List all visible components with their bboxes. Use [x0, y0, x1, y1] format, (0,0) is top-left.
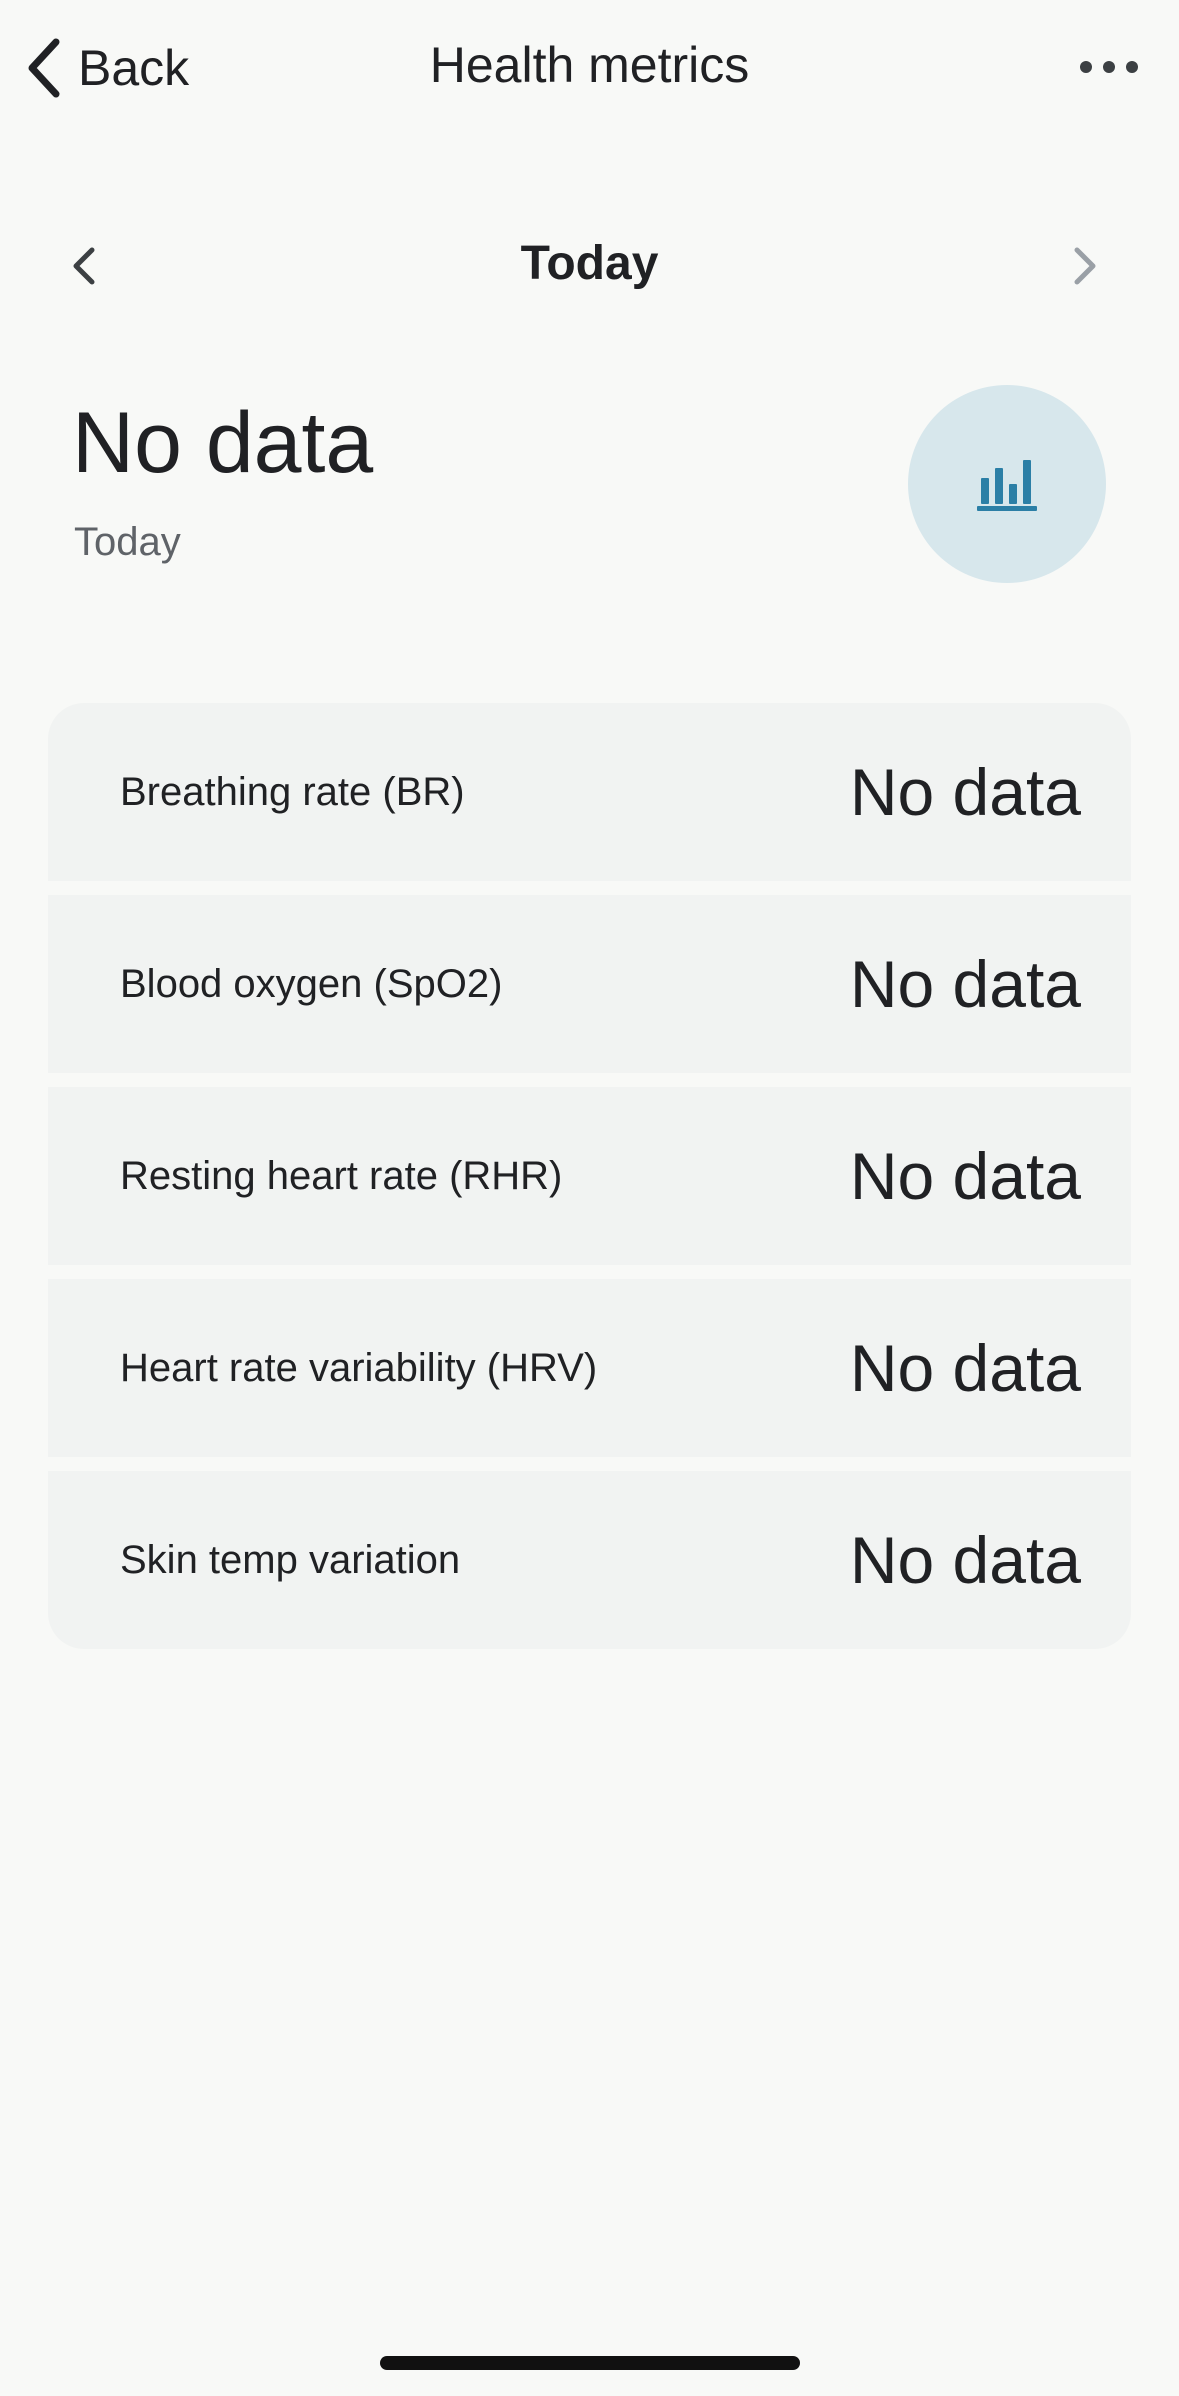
bar-chart-icon: [977, 460, 1037, 511]
date-navigator: Today: [0, 218, 1179, 308]
summary-value: No data: [72, 395, 374, 491]
next-day-button[interactable]: [1055, 236, 1115, 296]
metric-value: No data: [849, 1331, 1081, 1405]
metric-label: Skin temp variation: [120, 1537, 461, 1582]
summary-subtitle: Today: [74, 520, 181, 564]
metric-value: No data: [849, 1523, 1081, 1597]
more-button[interactable]: [1069, 40, 1149, 94]
metric-label: Resting heart rate (RHR): [120, 1153, 563, 1198]
metric-row-resting-heart-rate[interactable]: Resting heart rate (RHR) No data: [48, 1087, 1131, 1265]
more-horizontal-icon: [1080, 61, 1138, 73]
trends-button[interactable]: [908, 385, 1106, 583]
metric-label: Heart rate variability (HRV): [120, 1345, 598, 1390]
metric-value: No data: [849, 947, 1081, 1021]
metric-row-blood-oxygen[interactable]: Blood oxygen (SpO2) No data: [48, 895, 1131, 1073]
health-metrics-screen: Back Health metrics Today No data Today: [0, 0, 1179, 2396]
metric-label: Breathing rate (BR): [120, 769, 465, 814]
metric-row-skin-temp-variation[interactable]: Skin temp variation No data: [48, 1471, 1131, 1649]
metric-row-breathing-rate[interactable]: Breathing rate (BR) No data: [48, 703, 1131, 881]
page-title: Health metrics: [429, 37, 750, 93]
metric-row-heart-rate-variability[interactable]: Heart rate variability (HRV) No data: [48, 1279, 1131, 1457]
metric-value: No data: [849, 1139, 1081, 1213]
chevron-right-icon: [1074, 247, 1096, 285]
metric-label: Blood oxygen (SpO2): [120, 961, 503, 1006]
date-label: Today: [520, 237, 659, 290]
metrics-list: Breathing rate (BR) No data Blood oxygen…: [48, 703, 1131, 1649]
home-indicator[interactable]: [380, 2356, 800, 2370]
app-header: Back Health metrics: [0, 0, 1179, 136]
metric-value: No data: [849, 755, 1081, 829]
